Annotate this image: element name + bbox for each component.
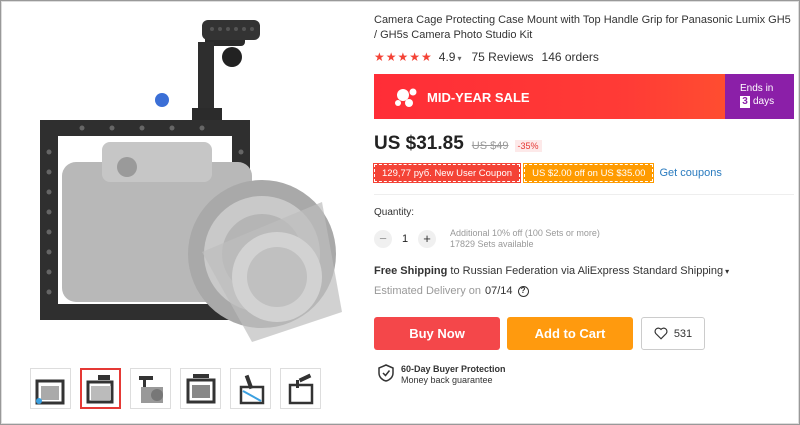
delivery-date: 07/14: [485, 285, 513, 297]
days-word: days: [753, 96, 775, 107]
shipping-destination: to Russian Federation via AliExpress Sta…: [447, 265, 724, 277]
buy-now-button[interactable]: Buy Now: [374, 317, 500, 350]
promo-label: MID-YEAR SALE: [427, 90, 530, 105]
main-product-image[interactable]: [22, 12, 344, 354]
rating-row: ★★★★★ 4.9 ▾ 75 Reviews 146 orders: [374, 50, 599, 64]
delivery-label: Estimated Delivery on: [374, 285, 481, 297]
thumbnail-3[interactable]: [130, 368, 171, 409]
wishlist-button[interactable]: 531: [641, 317, 705, 350]
coupons-row: 129,77 руб. New User Coupon US $2.00 off…: [372, 163, 722, 183]
product-title: Camera Cage Protecting Case Mount with T…: [374, 14, 791, 41]
quantity-input[interactable]: 1: [392, 233, 418, 245]
thumbnail-1[interactable]: [30, 368, 71, 409]
protection-subtitle: Money back guarantee: [401, 375, 493, 385]
divider: [374, 194, 794, 195]
shield-check-icon: [378, 364, 394, 382]
old-price: US $49: [471, 140, 509, 152]
quantity-note: Additional 10% off (100 Sets or more) 17…: [450, 228, 600, 250]
orders-count: 146 orders: [541, 50, 599, 64]
quantity-label: Quantity:: [374, 207, 415, 218]
new-user-coupon[interactable]: 129,77 руб. New User Coupon: [372, 163, 522, 183]
quantity-minus-button[interactable]: −: [374, 230, 392, 248]
thumbnail-6[interactable]: [280, 368, 321, 409]
buyer-protection: 60-Day Buyer Protection Money back guara…: [378, 364, 506, 386]
price-row: US $31.85 US $49 -35%: [374, 133, 542, 155]
stock-available: 17829 Sets available: [450, 239, 534, 249]
quantity-stepper: − 1 + Additional 10% off (100 Sets or mo…: [374, 228, 600, 250]
heart-icon: [654, 327, 668, 340]
sale-logo-icon: [395, 88, 417, 107]
days-number: 3: [740, 96, 750, 108]
add-to-cart-button[interactable]: Add to Cart: [507, 317, 633, 350]
promo-banner[interactable]: MID-YEAR SALE Ends in 3 days: [374, 74, 794, 119]
shipping-info[interactable]: Free Shipping to Russian Federation via …: [374, 265, 729, 277]
bulk-discount-note: Additional 10% off (100 Sets or more): [450, 228, 600, 238]
get-coupons-link[interactable]: Get coupons: [659, 167, 721, 179]
help-icon[interactable]: ?: [517, 285, 529, 297]
ends-in-label: Ends in: [740, 83, 774, 94]
store-coupon[interactable]: US $2.00 off on US $35.00: [523, 163, 655, 183]
free-shipping-label: Free Shipping: [374, 265, 448, 277]
discount-badge: -35%: [514, 140, 542, 152]
delivery-estimate: Estimated Delivery on 07/14 ?: [374, 285, 529, 297]
wishlist-count: 531: [673, 327, 693, 340]
protection-title: 60-Day Buyer Protection: [401, 364, 506, 374]
chevron-down-icon: ▾: [457, 54, 462, 63]
reviews-link[interactable]: 75 Reviews: [472, 50, 534, 64]
thumbnail-strip: [30, 368, 321, 409]
thumbnail-2[interactable]: [80, 368, 121, 409]
promo-countdown: Ends in 3 days: [725, 74, 794, 119]
chevron-down-icon: ▾: [725, 267, 730, 276]
rating-value[interactable]: 4.9 ▾: [439, 50, 462, 64]
quantity-plus-button[interactable]: +: [418, 230, 436, 248]
star-icon: ★★★★★: [374, 50, 433, 64]
thumbnail-4[interactable]: [180, 368, 221, 409]
current-price: US $31.85: [374, 133, 464, 154]
thumbnail-5[interactable]: [230, 368, 271, 409]
